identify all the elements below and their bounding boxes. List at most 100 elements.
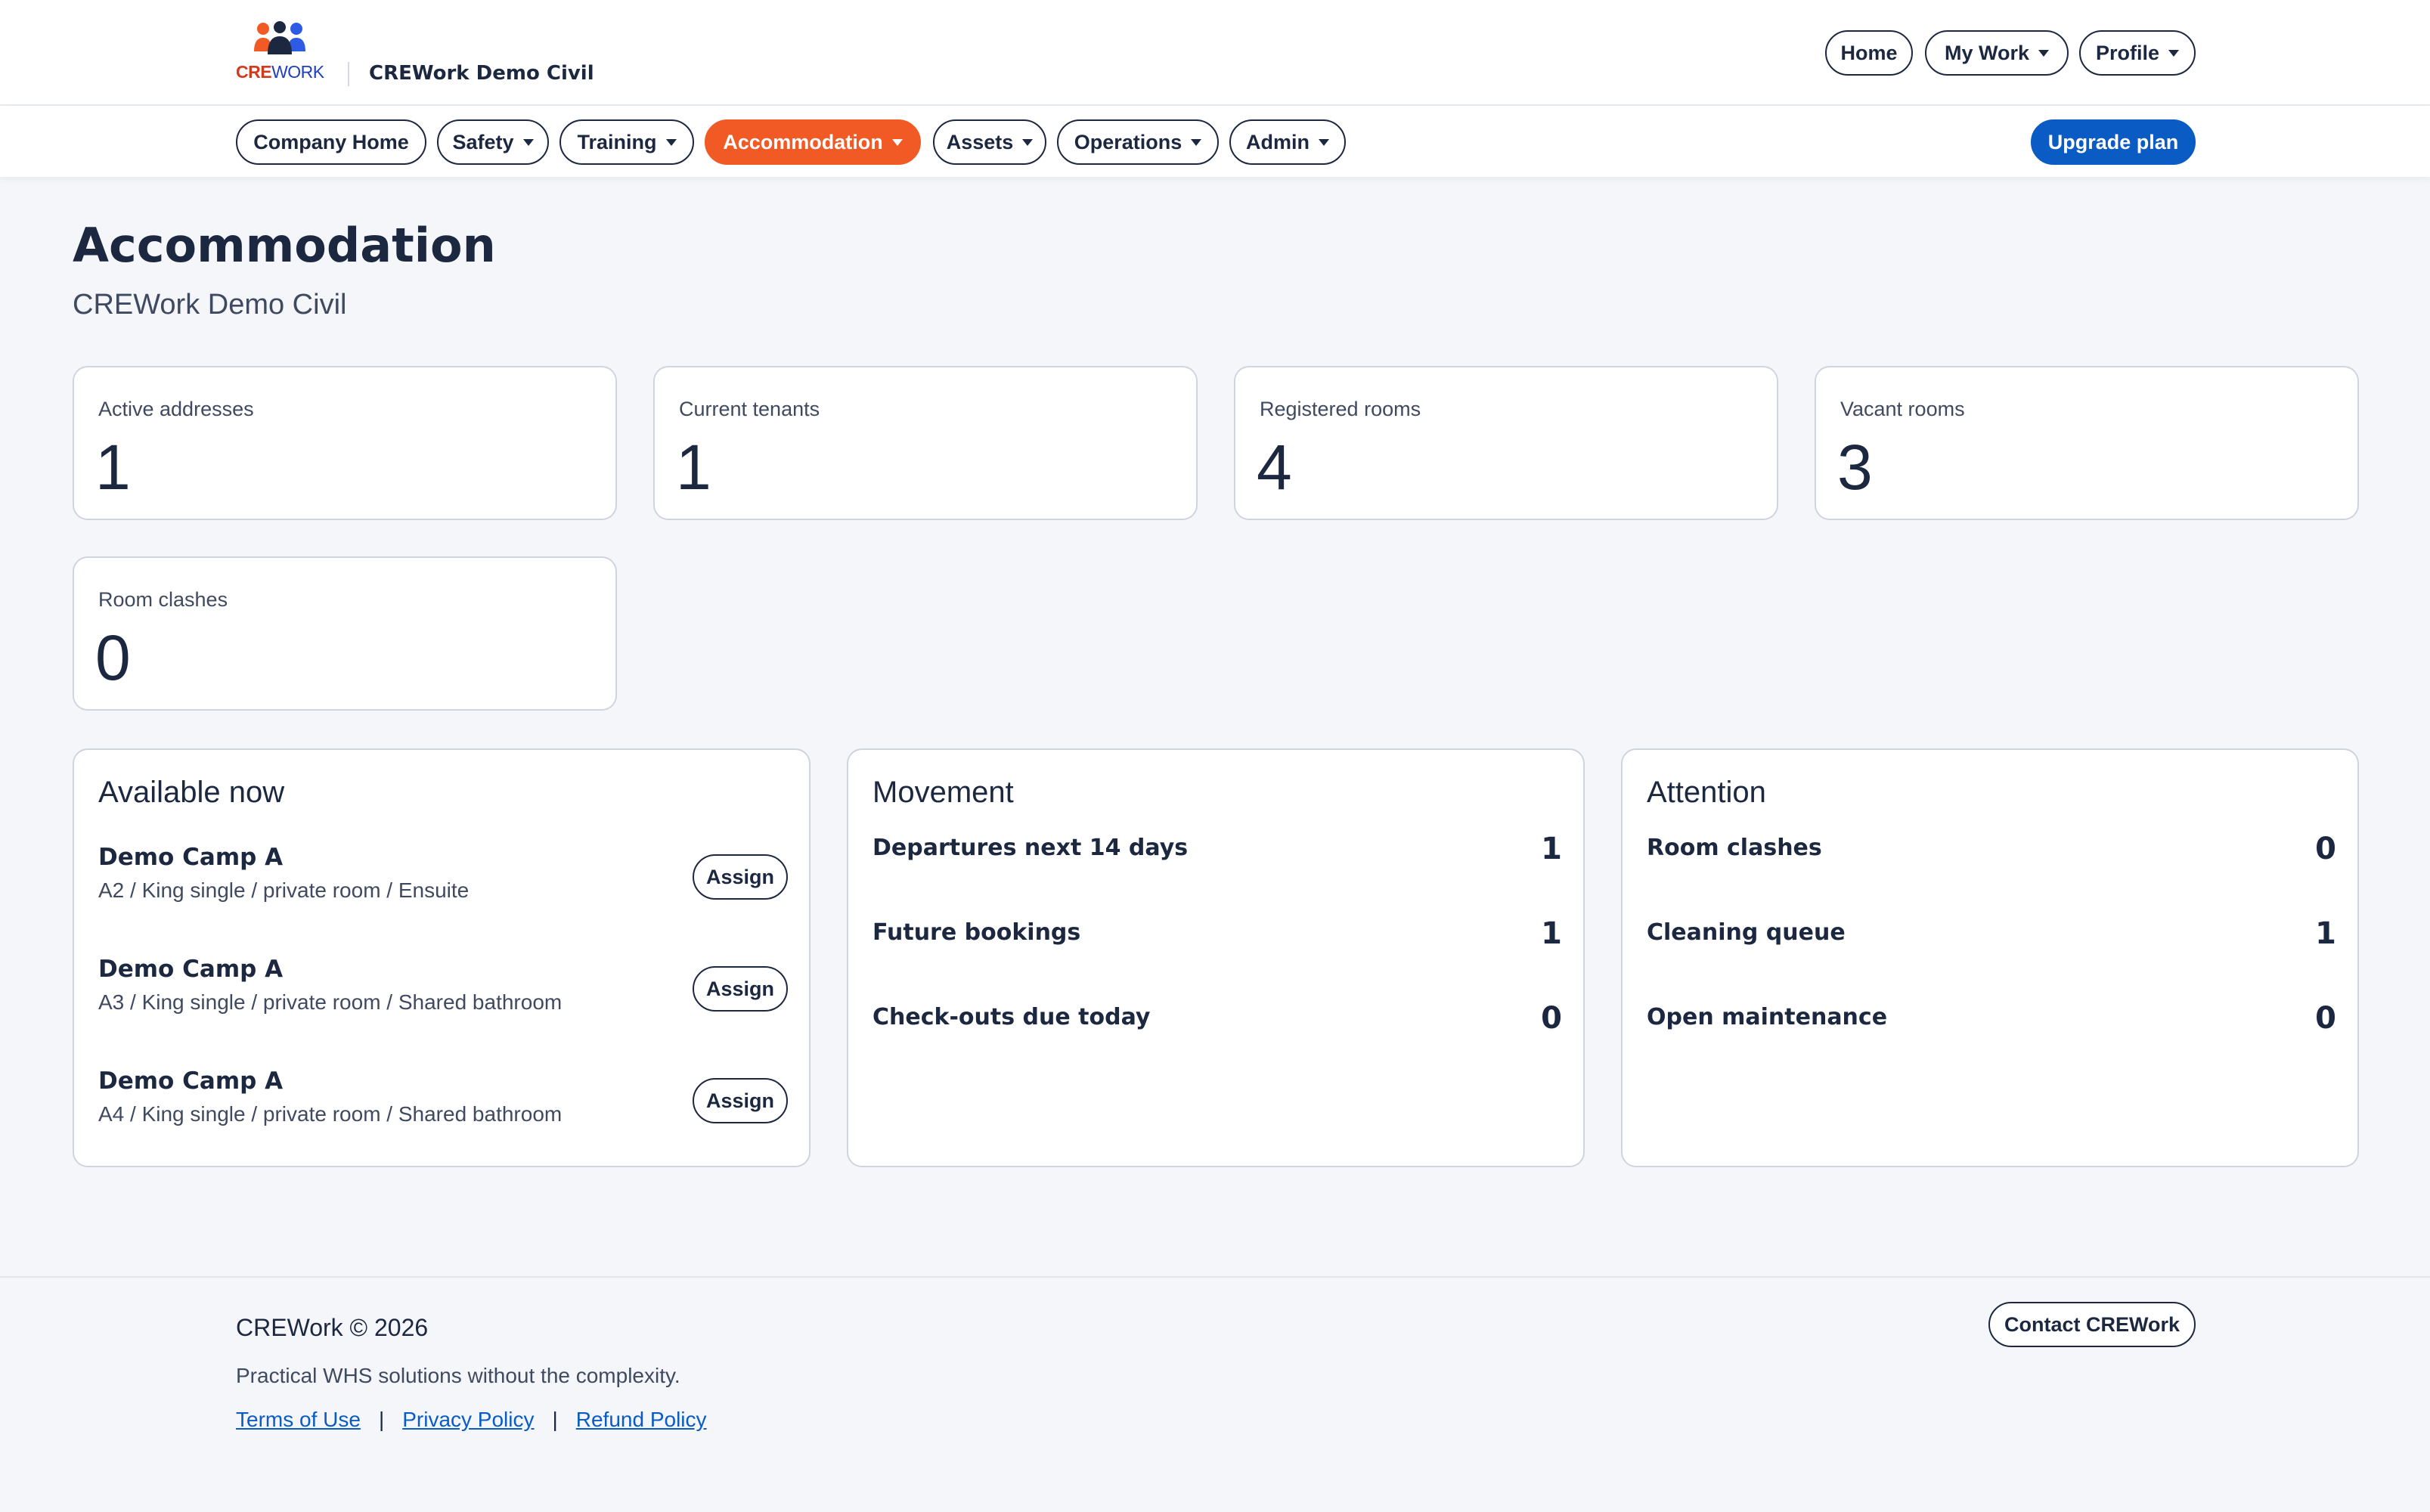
footer-tagline: Practical WHS solutions without the comp… [236, 1364, 680, 1387]
metric-row-room-clashes: Room clashes 0 [1647, 832, 2336, 872]
stat-value: 0 [95, 622, 131, 693]
home-button[interactable]: Home [1825, 30, 1913, 76]
brand-divider [348, 62, 349, 86]
room-location: Demo Camp A [98, 844, 284, 871]
stat-value: 4 [1257, 432, 1292, 503]
list-item: Demo Camp A A4 / King single / private r… [98, 1067, 788, 1151]
nav-label: Assets [946, 130, 1014, 153]
nav-label: Operations [1074, 130, 1182, 153]
stat-label: Registered rooms [1260, 398, 1421, 420]
panel-title: Attention [1647, 776, 1766, 809]
metric-row-open-maintenance: Open maintenance 0 [1647, 1001, 2336, 1042]
privacy-policy-link[interactable]: Privacy Policy [402, 1408, 534, 1432]
nav-assets[interactable]: Assets [933, 119, 1046, 165]
panel-title: Movement [873, 776, 1014, 809]
page-footer: CREWork © 2026 Practical WHS solutions w… [0, 1276, 2430, 1512]
contact-crework-button[interactable]: Contact CREWork [1988, 1302, 2196, 1347]
chevron-down-icon [665, 138, 677, 146]
my-work-menu[interactable]: My Work [1925, 30, 2069, 76]
main-navbar: Company Home Safety Training Accommodati… [0, 106, 2430, 177]
top-header: CREWORK CREWork Demo Civil Home My Work … [0, 0, 2430, 106]
upgrade-plan-button[interactable]: Upgrade plan [2031, 119, 2196, 165]
room-description: A4 / King single / private room / Shared… [98, 1102, 563, 1126]
nav-company-home[interactable]: Company Home [236, 119, 426, 165]
nav-label: Accommodation [723, 130, 883, 153]
metric-value: 1 [1541, 916, 1562, 951]
stat-card-active-addresses: Active addresses 1 [73, 366, 617, 520]
metric-label: Cleaning queue [1647, 919, 1846, 946]
stat-label: Room clashes [98, 588, 228, 611]
nav-safety[interactable]: Safety [437, 119, 549, 165]
logo-cre: CRE [236, 62, 272, 82]
nav-operations[interactable]: Operations [1057, 119, 1219, 165]
metric-row-cleaning-queue: Cleaning queue 1 [1647, 916, 2336, 957]
stat-label: Vacant rooms [1840, 398, 1965, 420]
stat-card-current-tenants: Current tenants 1 [653, 366, 1198, 520]
page-subtitle: CREWork Demo Civil [73, 289, 347, 321]
my-work-label: My Work [1944, 41, 2030, 64]
chevron-down-icon [1022, 138, 1034, 146]
link-separator: | [378, 1408, 385, 1431]
assign-button[interactable]: Assign [693, 966, 788, 1012]
chevron-down-icon [2168, 49, 2180, 57]
logo-work: WORK [271, 62, 324, 82]
page-title: Accommodation [73, 218, 496, 273]
panel-title: Available now [98, 776, 285, 809]
metric-value: 0 [1541, 1001, 1562, 1036]
room-description: A2 / King single / private room / Ensuit… [98, 878, 470, 902]
stat-label: Current tenants [679, 398, 820, 420]
nav-label: Company Home [253, 130, 409, 153]
stat-value: 1 [95, 432, 131, 503]
available-now-panel: Available now Demo Camp A A2 / King sing… [73, 748, 811, 1167]
company-name: CREWork Demo Civil [369, 62, 594, 85]
terms-of-use-link[interactable]: Terms of Use [236, 1408, 361, 1432]
list-item: Demo Camp A A2 / King single / private r… [98, 844, 788, 927]
metric-value: 0 [2315, 832, 2336, 866]
profile-menu[interactable]: Profile [2079, 30, 2196, 76]
room-location: Demo Camp A [98, 956, 284, 983]
footer-links: Terms of Use | Privacy Policy | Refund P… [236, 1408, 707, 1432]
nav-training[interactable]: Training [559, 119, 694, 165]
chevron-down-icon [1319, 138, 1329, 146]
upgrade-label: Upgrade plan [2047, 130, 2179, 153]
room-location: Demo Camp A [98, 1067, 284, 1095]
stat-label: Active addresses [98, 398, 254, 420]
stat-value: 1 [676, 432, 711, 503]
chevron-down-icon [1191, 138, 1202, 146]
refund-policy-link[interactable]: Refund Policy [576, 1408, 707, 1432]
nav-admin[interactable]: Admin [1229, 119, 1346, 165]
stat-card-registered-rooms: Registered rooms 4 [1234, 366, 1778, 520]
attention-panel: Attention Room clashes 0 Cleaning queue … [1621, 748, 2359, 1167]
nav-label: Admin [1246, 130, 1310, 153]
logo-people-icon [254, 21, 305, 54]
assign-button[interactable]: Assign [693, 854, 788, 900]
metric-row-departures: Departures next 14 days 1 [873, 832, 1562, 872]
nav-accommodation[interactable]: Accommodation [705, 119, 921, 165]
home-label: Home [1840, 41, 1898, 64]
nav-label: Safety [452, 130, 514, 153]
stat-card-vacant-rooms: Vacant rooms 3 [1815, 366, 2359, 520]
metric-label: Open maintenance [1647, 1004, 1888, 1030]
metric-label: Room clashes [1647, 835, 1822, 861]
metric-value: 1 [2315, 916, 2336, 951]
metric-label: Departures next 14 days [873, 835, 1189, 861]
movement-panel: Movement Departures next 14 days 1 Futur… [847, 748, 1585, 1167]
assign-button[interactable]: Assign [693, 1078, 788, 1123]
nav-label: Training [577, 130, 657, 153]
metric-label: Future bookings [873, 919, 1081, 946]
chevron-down-icon [522, 138, 534, 146]
logo-wordmark: CREWORK [236, 62, 324, 82]
metric-row-checkouts-today: Check-outs due today 0 [873, 1001, 1562, 1042]
contact-label: Contact CREWork [2004, 1312, 2180, 1336]
profile-label: Profile [2095, 41, 2160, 64]
metric-label: Check-outs due today [873, 1004, 1151, 1030]
link-separator: | [552, 1408, 558, 1431]
metric-value: 0 [2315, 1001, 2336, 1036]
crework-logo[interactable]: CREWORK [236, 21, 324, 85]
metric-row-future-bookings: Future bookings 1 [873, 916, 1562, 957]
metric-value: 1 [1541, 832, 1562, 866]
room-description: A3 / King single / private room / Shared… [98, 990, 563, 1014]
list-item: Demo Camp A A3 / King single / private r… [98, 956, 788, 1039]
stat-card-room-clashes: Room clashes 0 [73, 556, 617, 711]
chevron-down-icon [2038, 49, 2050, 57]
